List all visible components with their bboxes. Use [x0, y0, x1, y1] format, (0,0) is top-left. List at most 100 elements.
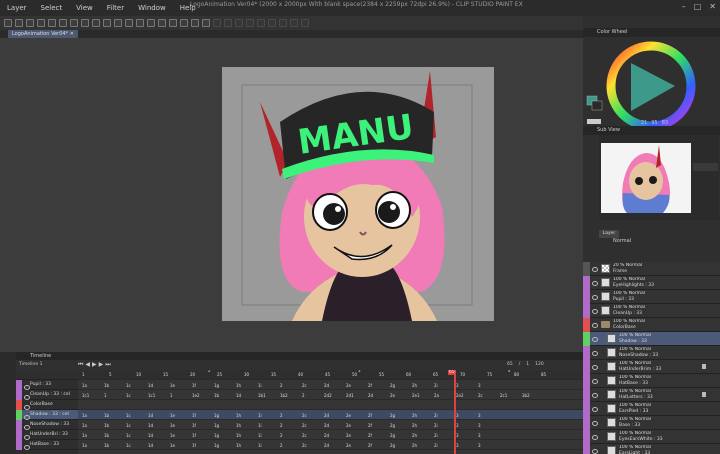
cel-marker[interactable]: 1c — [126, 393, 131, 398]
eye-icon[interactable] — [22, 410, 30, 420]
layer-row[interactable]: 100 % Normal CleanUp : 33 — [583, 303, 720, 318]
cel-marker[interactable]: 2f — [368, 413, 372, 418]
cel-marker[interactable]: 2d — [324, 383, 329, 388]
toolbar-button-icon[interactable] — [59, 19, 67, 27]
drawing-canvas[interactable]: MANU — [222, 67, 494, 321]
eye-icon[interactable] — [22, 400, 30, 410]
eye-icon[interactable] — [590, 332, 598, 346]
cel-marker[interactable]: 2c — [478, 393, 483, 398]
cel-marker[interactable]: 1 — [104, 393, 107, 398]
cel-marker[interactable]: 3 — [456, 423, 459, 428]
timeline-track[interactable]: ColorBase — [16, 399, 78, 410]
toolbar-button-icon[interactable] — [290, 19, 298, 27]
cel-marker[interactable]: 2i — [434, 423, 438, 428]
cel-marker[interactable]: 2 — [280, 413, 283, 418]
minimize-icon[interactable]: – — [682, 2, 686, 11]
cel-marker[interactable]: 1f — [192, 433, 196, 438]
timeline-track[interactable]: Shadow : 33 : cel — [16, 409, 78, 420]
cel-marker[interactable]: 1d — [148, 413, 153, 418]
cel-marker[interactable]: 1e — [170, 423, 175, 428]
cel-marker[interactable]: 1d — [148, 423, 153, 428]
toolbar-button-icon[interactable] — [81, 19, 89, 27]
cel-marker[interactable]: 2f — [368, 433, 372, 438]
cel-marker[interactable]: 3 — [456, 433, 459, 438]
toolbar-button-icon[interactable] — [48, 19, 56, 27]
lock-icon[interactable] — [702, 364, 706, 369]
layer-row[interactable]: 100 % Normal NoseShadow : 33 — [583, 345, 720, 360]
cel-marker[interactable]: 3 — [456, 413, 459, 418]
cel-marker[interactable]: 1b — [214, 393, 219, 398]
cel-marker[interactable]: 2h — [412, 423, 417, 428]
menu-filter[interactable]: Filter — [100, 4, 131, 12]
eye-icon[interactable] — [590, 430, 598, 444]
track-frames[interactable]: 1a 1b 1c 1d 1e 1f 1g 1h 1i 2 2c 2d 2e 2f 2g 2h 2i 3 3 — [78, 410, 583, 420]
eye-icon[interactable] — [590, 304, 598, 318]
cel-marker[interactable]: 2c — [302, 433, 307, 438]
cel-marker[interactable]: 2a — [434, 393, 439, 398]
cel-marker[interactable]: 1b — [104, 383, 109, 388]
cel-marker[interactable]: 3 — [478, 383, 481, 388]
cel-marker[interactable]: 2d — [368, 393, 373, 398]
eye-icon[interactable] — [590, 318, 598, 332]
cel-marker[interactable]: 3b2 — [522, 393, 530, 398]
cel-marker[interactable]: 2 — [280, 383, 283, 388]
cel-marker[interactable]: 2d — [324, 433, 329, 438]
timeline-track[interactable]: Pupil : 33 — [16, 379, 78, 390]
cel-marker[interactable]: 1d — [148, 433, 153, 438]
cel-marker[interactable]: 1b2 — [280, 393, 288, 398]
cel-marker[interactable]: 1c1 — [148, 393, 155, 398]
cel-marker[interactable]: 2c — [302, 423, 307, 428]
cel-marker[interactable]: 2 — [280, 423, 283, 428]
cel-marker[interactable]: 1h — [236, 413, 241, 418]
cel-marker[interactable]: 1h — [236, 443, 241, 448]
toolbar-button-icon[interactable] — [136, 19, 144, 27]
cel-marker[interactable]: 2f — [368, 423, 372, 428]
cel-marker[interactable]: 1b1 — [258, 393, 266, 398]
cel-marker[interactable]: 2h — [412, 383, 417, 388]
cel-marker[interactable]: 2i — [434, 383, 438, 388]
cel-marker[interactable]: 1a — [82, 413, 87, 418]
cel-marker[interactable]: 1c — [126, 383, 131, 388]
layer-row[interactable]: 100 % Normal HatBase : 33 — [583, 373, 720, 388]
cel-marker[interactable]: 2g — [390, 423, 395, 428]
frame-ruler[interactable]: 1 5 10 15 20 25 30 35 40 45 50 55 60 65 70 75 80 85 2 3 4 — [78, 370, 583, 380]
eye-icon[interactable] — [22, 420, 30, 430]
cel-marker[interactable]: 2 — [280, 433, 283, 438]
timeline-track[interactable]: CleanUp : 33 : cel — [16, 389, 78, 400]
cel-marker[interactable]: 2d1 — [346, 393, 354, 398]
cel-marker[interactable]: 2g — [390, 433, 395, 438]
cel-marker[interactable]: 1h — [236, 433, 241, 438]
cel-marker[interactable]: 2h — [412, 413, 417, 418]
cel-marker[interactable]: 2e — [346, 423, 351, 428]
cel-marker[interactable]: 1d — [148, 443, 153, 448]
eye-icon[interactable] — [22, 390, 30, 400]
cel-marker[interactable]: 2h — [412, 433, 417, 438]
toolbar-button-icon[interactable] — [235, 19, 243, 27]
eye-icon[interactable] — [590, 416, 598, 430]
menu-window[interactable]: Window — [131, 4, 173, 12]
toolbar-button-icon[interactable] — [246, 19, 254, 27]
toolbar-button-icon[interactable] — [15, 19, 23, 27]
layer-row[interactable]: 100 % Normal Base : 33 — [583, 415, 720, 430]
layer-row[interactable]: 100 % Normal ColorBase — [583, 317, 720, 332]
cel-marker[interactable]: 2f — [368, 383, 372, 388]
maximize-icon[interactable]: □ — [694, 2, 702, 11]
cel-marker[interactable]: 2 — [280, 443, 283, 448]
cel-marker[interactable]: 2e — [390, 393, 395, 398]
cel-marker[interactable]: 1c1 — [82, 393, 89, 398]
toolbar-button-icon[interactable] — [169, 19, 177, 27]
toolbar-button-icon[interactable] — [147, 19, 155, 27]
cel-marker[interactable]: 1b — [104, 413, 109, 418]
cel-marker[interactable]: 2c — [302, 443, 307, 448]
eye-icon[interactable] — [590, 360, 598, 374]
cel-marker[interactable]: 2c — [302, 383, 307, 388]
cel-marker[interactable]: 1 — [170, 393, 173, 398]
timeline-frames[interactable]: 1 5 10 15 20 25 30 35 40 45 50 55 60 65 70 75 80 85 2 3 4 1a 1… — [78, 370, 583, 454]
cel-marker[interactable]: 2d — [324, 423, 329, 428]
sub-view-panel[interactable] — [599, 135, 719, 220]
timeline-track[interactable]: HatBase : 33 — [16, 439, 78, 450]
cel-marker[interactable]: 3 — [478, 413, 481, 418]
layer-row[interactable]: 100 % Normal Shadow : 33 — [583, 331, 720, 346]
toolbar-button-icon[interactable] — [224, 19, 232, 27]
layer-row[interactable]: 100 % Normal HatLetters : 33 — [583, 387, 720, 402]
